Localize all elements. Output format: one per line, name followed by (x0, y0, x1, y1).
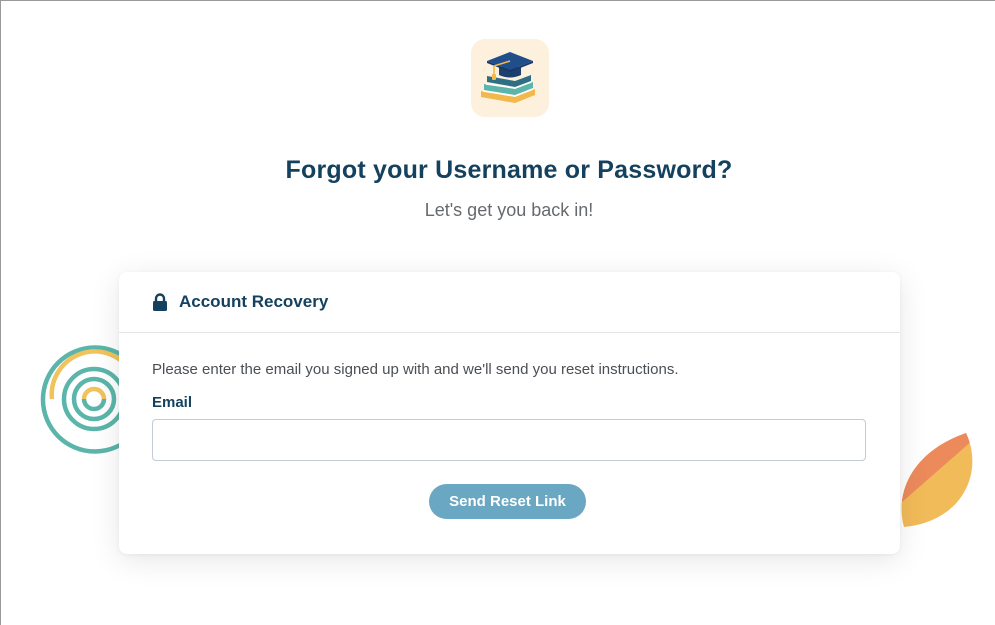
account-recovery-card: Account Recovery Please enter the email … (119, 272, 900, 554)
email-label: Email (152, 394, 193, 411)
page: Forgot your Username or Password? Let's … (0, 0, 995, 625)
send-reset-link-button[interactable]: Send Reset Link (429, 484, 586, 519)
lock-icon (153, 293, 167, 311)
email-field[interactable] (152, 419, 866, 461)
card-header: Account Recovery (119, 272, 900, 333)
card-title: Account Recovery (179, 292, 329, 311)
decorative-leaf (901, 433, 973, 527)
graduation-cap-books-icon (481, 52, 535, 103)
app-logo (471, 39, 549, 117)
page-title: Forgot your Username or Password? (285, 156, 733, 184)
page-subtitle: Let's get you back in! (424, 200, 594, 220)
instructions-text: Please enter the email you signed up wit… (152, 361, 679, 378)
